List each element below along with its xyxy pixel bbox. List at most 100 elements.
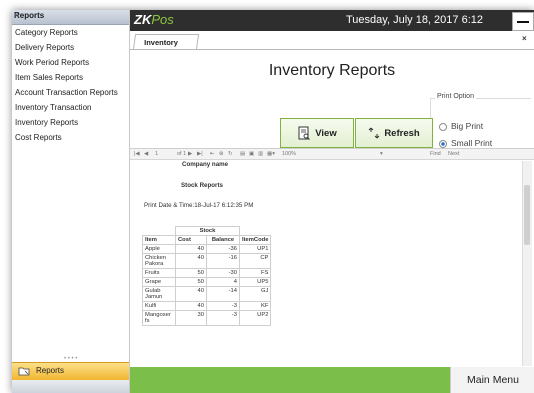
cell-cost: 30 xyxy=(175,310,207,326)
zoom-select[interactable]: 100% xyxy=(282,151,296,157)
date-time: Tuesday, July 18, 2017 6:12 xyxy=(346,14,483,26)
app-logo: ZKPos xyxy=(134,12,174,27)
cell-code: UP5 xyxy=(238,277,272,287)
column-header-itemcode: ItemCode xyxy=(238,235,272,245)
report-scrollbar[interactable] xyxy=(522,161,532,366)
cell-code: FS xyxy=(238,268,272,278)
cell-balance: -30 xyxy=(206,268,240,278)
column-header-balance: Balance xyxy=(206,235,240,245)
sidebar-item-work-period-reports[interactable]: Work Period Reports xyxy=(12,55,129,70)
cell-code: KF xyxy=(238,301,272,311)
main-menu-button[interactable]: Main Menu xyxy=(450,367,534,393)
viewer-toolbar: |◀ ◀ 1 of 1 ▶ ▶| ⇤ ⊗ ↻ ▤ ▣ ▥ ▦▾ 100% ▾ F… xyxy=(130,149,534,160)
cell-item: Gulab Jamun xyxy=(142,286,176,302)
cell-balance: -3 xyxy=(206,301,240,311)
sidebar-item-inventory-transaction[interactable]: Inventory Transaction xyxy=(12,100,129,115)
table-row: Apple 40 -36 UP1 xyxy=(142,244,272,254)
view-button-label: View xyxy=(315,127,337,139)
page-count: of 1 xyxy=(177,151,187,157)
scrollbar-thumb[interactable] xyxy=(524,185,530,245)
sidebar-item-category-reports[interactable]: Category Reports xyxy=(12,25,129,40)
report-company: Company name xyxy=(182,161,229,168)
table-row: Grape 50 4 UP5 xyxy=(142,277,272,287)
cell-item: Chicken Pakora xyxy=(142,253,176,269)
column-header-cost: Cost xyxy=(175,235,207,245)
sidebar-footer xyxy=(12,380,129,393)
tab-inventory-label: Inventory xyxy=(144,38,178,47)
tab-divider xyxy=(130,49,534,50)
cell-item: Mangoser fs xyxy=(142,310,176,326)
stock-table: Stock Item Cost Balance ItemCode Apple 4… xyxy=(142,226,272,326)
app-window: Reports « Category Reports Delivery Repo… xyxy=(12,10,534,393)
table-row: Chicken Pakora 40 -16 CP xyxy=(142,253,272,269)
cell-code: UP1 xyxy=(238,244,272,254)
export-icon[interactable]: ▦▾ xyxy=(267,151,275,157)
report-viewer: |◀ ◀ 1 of 1 ▶ ▶| ⇤ ⊗ ↻ ▤ ▣ ▥ ▦▾ 100% ▾ F… xyxy=(130,148,534,367)
sidebar-item-account-transaction-reports[interactable]: Account Transaction Reports xyxy=(12,85,129,100)
cell-cost: 50 xyxy=(175,268,207,278)
table-row: Kulfi 40 -3 KF xyxy=(142,301,272,311)
sidebar: Reports « Category Reports Delivery Repo… xyxy=(12,10,130,393)
print-icon[interactable]: ▤ xyxy=(240,151,245,157)
reports-folder-icon xyxy=(18,367,30,376)
search-input[interactable]: ▾ xyxy=(380,151,383,157)
cell-cost: 50 xyxy=(175,277,207,287)
refresh-button-label: Refresh xyxy=(384,127,420,139)
find-link[interactable]: Find xyxy=(430,151,441,157)
cell-balance: -16 xyxy=(206,253,240,269)
cell-item: Kulfi xyxy=(142,301,176,311)
back-icon[interactable]: ⇤ xyxy=(210,151,215,157)
reports-nav-label: Reports xyxy=(36,366,65,375)
big-print-label: Big Print xyxy=(451,121,484,131)
radio-unchecked-icon xyxy=(439,122,447,131)
next-page-icon[interactable]: ▶ xyxy=(188,151,192,157)
page-setup-icon[interactable]: ▥ xyxy=(258,151,263,157)
stop-icon[interactable]: ⊗ xyxy=(219,151,224,157)
sidebar-item-cost-reports[interactable]: Cost Reports xyxy=(12,130,129,145)
cell-item: Grape xyxy=(142,277,176,287)
refresh-report-icon[interactable]: ↻ xyxy=(228,151,233,157)
cell-code: CP xyxy=(238,253,272,269)
cell-code: GJ xyxy=(238,286,272,302)
cell-balance: -36 xyxy=(206,244,240,254)
view-button[interactable]: View xyxy=(280,118,354,148)
table-header-row: Item Cost Balance ItemCode xyxy=(142,235,272,245)
next-link[interactable]: Next xyxy=(448,151,459,157)
report-print-datetime: Print Date & Time:18-Jul-17 6:12:35 PM xyxy=(144,202,254,209)
tab-inventory[interactable]: Inventory xyxy=(132,34,200,50)
sidebar-item-delivery-reports[interactable]: Delivery Reports xyxy=(12,40,129,55)
page-number[interactable]: 1 xyxy=(155,151,158,157)
small-print-label: Small Print xyxy=(451,138,493,148)
refresh-button[interactable]: Refresh xyxy=(355,118,433,148)
table-group-row: Stock xyxy=(143,226,271,236)
logo-zk: ZK xyxy=(134,12,152,27)
collapse-icon[interactable]: « xyxy=(14,10,126,19)
minimize-button[interactable] xyxy=(512,12,534,31)
report-title: Stock Reports xyxy=(181,182,223,189)
column-header-item: Item xyxy=(142,235,176,245)
minimize-icon xyxy=(517,21,529,23)
close-tab-icon[interactable]: × xyxy=(522,34,527,43)
cell-balance: -3 xyxy=(206,310,240,326)
small-print-radio[interactable]: Small Print xyxy=(439,138,492,148)
table-row: Gulab Jamun 40 -14 GJ xyxy=(142,286,272,302)
cell-balance: 4 xyxy=(206,277,240,287)
cell-cost: 40 xyxy=(175,253,207,269)
bottom-bar: Main Menu xyxy=(130,367,534,393)
sidebar-item-inventory-reports[interactable]: Inventory Reports xyxy=(12,115,129,130)
print-option-group: Print Option Big Print Small Print xyxy=(430,93,531,153)
big-print-radio[interactable]: Big Print xyxy=(439,121,483,131)
reports-nav-button[interactable]: Reports xyxy=(12,362,129,381)
page-title: Inventory Reports xyxy=(268,62,396,79)
top-bar: ZKPos Tuesday, July 18, 2017 6:12 xyxy=(130,10,534,31)
first-page-icon[interactable]: |◀ xyxy=(134,151,140,157)
print-layout-icon[interactable]: ▣ xyxy=(249,151,254,157)
cell-cost: 40 xyxy=(175,244,207,254)
last-page-icon[interactable]: ▶| xyxy=(197,151,203,157)
sidebar-item-item-sales-reports[interactable]: Item Sales Reports xyxy=(12,70,129,85)
table-row: Fruits 50 -30 FS xyxy=(142,268,272,278)
cell-balance: -14 xyxy=(206,286,240,302)
prev-page-icon[interactable]: ◀ xyxy=(144,151,148,157)
sidebar-header: Reports « xyxy=(12,10,129,25)
print-option-label: Print Option xyxy=(435,93,476,100)
